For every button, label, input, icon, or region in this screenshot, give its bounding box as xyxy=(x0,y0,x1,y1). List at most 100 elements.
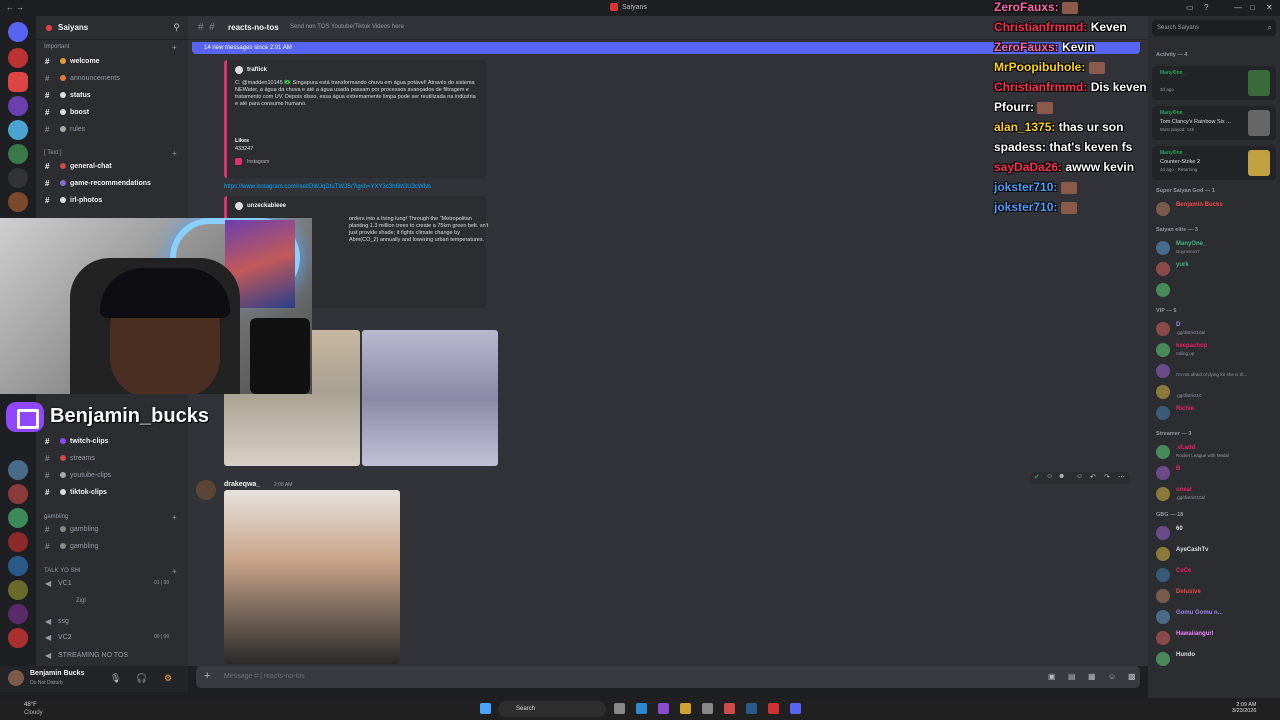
channel-gambling[interactable]: # gambling xyxy=(42,522,182,537)
settings-gear-icon[interactable]: ⚙ xyxy=(164,673,172,684)
channel-twitch-clips[interactable]: # twitch-clips xyxy=(42,434,182,449)
file-explorer-icon[interactable] xyxy=(680,703,691,714)
fridge-image[interactable] xyxy=(362,330,498,466)
channel-welcome[interactable]: # welcome xyxy=(42,54,182,69)
channel-youtube-clips[interactable]: # youtube-clips xyxy=(42,468,182,483)
channel-game-recommendations[interactable]: # game-recommendations xyxy=(42,176,182,191)
back-icon[interactable]: ← xyxy=(6,3,14,12)
category-text[interactable]: [ Text ] + xyxy=(44,149,177,158)
activity-card[interactable]: ManyOne_ Tom Clancy's Rainbow Six ... Most… xyxy=(1152,106,1276,140)
server-icon[interactable] xyxy=(8,628,28,648)
inbox-icon[interactable]: ▭ xyxy=(1186,3,1194,12)
member-item[interactable]: CeCe xyxy=(1154,566,1276,584)
member-item[interactable]: Hundo xyxy=(1154,650,1276,668)
channel-boost[interactable]: # boost xyxy=(42,105,182,120)
channel-gambling[interactable]: # gambling xyxy=(42,539,182,554)
activity-card[interactable]: ManyOne_ Counter-Strike 2 4d ago · Returni… xyxy=(1152,146,1276,180)
add-reaction-icon[interactable]: ☺ xyxy=(1076,473,1083,480)
forward-icon[interactable]: ↷ xyxy=(1104,473,1110,481)
member-item[interactable]: Hawaiiangurl xyxy=(1154,629,1276,647)
voice-user[interactable]: Zigl xyxy=(76,598,86,604)
server-icon[interactable] xyxy=(8,508,28,528)
taskbar-search[interactable]: Search xyxy=(498,701,606,717)
channel-status[interactable]: # status xyxy=(42,88,182,103)
member-item[interactable]: Delusive xyxy=(1154,587,1276,605)
voice-channel[interactable]: ◀ ssg xyxy=(42,614,182,629)
member-item[interactable]: Benjamin Bucks xyxy=(1154,200,1276,218)
message-author[interactable]: drakeqwa_ xyxy=(224,481,260,488)
attach-plus-icon[interactable]: + xyxy=(204,670,210,682)
channel-topic[interactable]: Send non TOS Youtube/Tiktok Videos here xyxy=(290,24,404,30)
close-icon[interactable]: ✕ xyxy=(1266,3,1273,12)
emoji-icon[interactable]: ☺ xyxy=(1108,672,1116,681)
server-icon[interactable] xyxy=(8,168,28,188)
search-input[interactable]: Search Saiyans ⌕ xyxy=(1152,20,1276,36)
server-icon[interactable] xyxy=(8,120,28,140)
member-item[interactable]: B xyxy=(1154,464,1276,482)
minimize-icon[interactable]: — xyxy=(1234,3,1242,12)
server-icon[interactable] xyxy=(8,604,28,624)
gif-icon[interactable]: ▤ xyxy=(1068,672,1076,681)
member-item[interactable]: yurk xyxy=(1154,260,1276,278)
maximize-icon[interactable]: □ xyxy=(1250,3,1255,12)
emoji-reaction-icon[interactable]: ☻ xyxy=(1058,473,1065,480)
member-item[interactable]: Gomu Gomu n... xyxy=(1154,608,1276,626)
embed-author[interactable]: traftick xyxy=(247,67,267,73)
channel-general-chat[interactable]: # general-chat xyxy=(42,159,182,174)
help-icon[interactable]: ? xyxy=(1204,3,1208,12)
channel-streams[interactable]: # streams xyxy=(42,451,182,466)
system-clock[interactable]: 2:09 AM 3/23/2026 xyxy=(1232,702,1256,714)
start-icon[interactable] xyxy=(480,703,491,714)
sticker-icon[interactable]: ▦ xyxy=(1088,672,1096,681)
category-talk[interactable]: TALK YO SHI + xyxy=(44,567,177,576)
embed-author[interactable]: unzeckableee xyxy=(247,203,286,209)
member-item[interactable]: D .gg/district10al xyxy=(1154,320,1276,338)
member-item[interactable]: .gg/district10 xyxy=(1154,383,1276,401)
server-icon[interactable] xyxy=(8,460,28,480)
server-icon[interactable] xyxy=(8,48,28,68)
forward-icon[interactable]: → xyxy=(16,3,24,12)
composer-placeholder[interactable]: Message # | reacts-no-tos xyxy=(224,673,305,680)
member-item[interactable] xyxy=(1154,281,1276,299)
member-item[interactable]: AyeCashTv xyxy=(1154,545,1276,563)
voice-channel[interactable]: ◀ VC1 01 | 99 xyxy=(42,576,182,591)
activity-card[interactable]: ManyOne_ 3d ago xyxy=(1152,66,1276,100)
edge-icon[interactable] xyxy=(636,703,647,714)
check-reaction-icon[interactable]: ✔ xyxy=(1034,473,1040,481)
apps-icon[interactable]: ▩ xyxy=(1128,672,1136,681)
copilot-icon[interactable] xyxy=(658,703,669,714)
headphones-icon[interactable]: 🎧 xyxy=(136,673,147,684)
category-important[interactable]: Important + xyxy=(44,43,177,52)
discord-icon[interactable] xyxy=(790,703,801,714)
member-item[interactable]: ManyOne_ Guymoron? xyxy=(1154,239,1276,257)
instagram-link[interactable]: https://www.instagram.com/reel/DWJqDtuTW… xyxy=(224,184,431,190)
channel-irl-photos[interactable]: # irl-photos xyxy=(42,193,182,208)
member-item[interactable]: I'm not afraid of dying for she is th... xyxy=(1154,362,1276,380)
gift-icon[interactable]: ▣ xyxy=(1048,672,1056,681)
more-icon[interactable]: ⋯ xyxy=(1118,473,1125,481)
channel-rules[interactable]: # rules xyxy=(42,122,182,137)
channel-tiktok-clips[interactable]: # tiktok-clips xyxy=(42,485,182,500)
member-item[interactable]: keepachop rolling up xyxy=(1154,341,1276,359)
message-composer[interactable]: + Message # | reacts-no-tos ▣ ▤ ▦ ☺ ▩ xyxy=(196,666,1140,688)
user-avatar[interactable] xyxy=(8,670,24,686)
server-icon[interactable] xyxy=(8,484,28,504)
member-item[interactable]: 60 xyxy=(1154,524,1276,542)
message-image[interactable] xyxy=(224,490,400,664)
message-author-avatar[interactable] xyxy=(196,480,216,500)
home-server-icon[interactable] xyxy=(8,22,28,42)
member-item[interactable]: Richie xyxy=(1154,404,1276,422)
voice-channel[interactable]: ◀ VC2 00 | 99 xyxy=(42,630,182,645)
settings-icon[interactable] xyxy=(702,703,713,714)
server-icon[interactable] xyxy=(8,532,28,552)
emoji-reaction-icon[interactable]: ☺ xyxy=(1046,473,1053,480)
member-item[interactable]: oneal .gg/district10al xyxy=(1154,485,1276,503)
steam-icon[interactable] xyxy=(746,703,757,714)
server-icon[interactable] xyxy=(8,556,28,576)
server-header[interactable]: Saiyans ⚲ xyxy=(36,16,188,40)
category-gambling[interactable]: gambling + xyxy=(44,513,177,522)
add-friend-icon[interactable]: ⚲ xyxy=(173,22,180,33)
server-icon[interactable] xyxy=(8,144,28,164)
server-icon[interactable] xyxy=(8,192,28,212)
member-item[interactable]: .vLadd Rocket League with Medal xyxy=(1154,443,1276,461)
